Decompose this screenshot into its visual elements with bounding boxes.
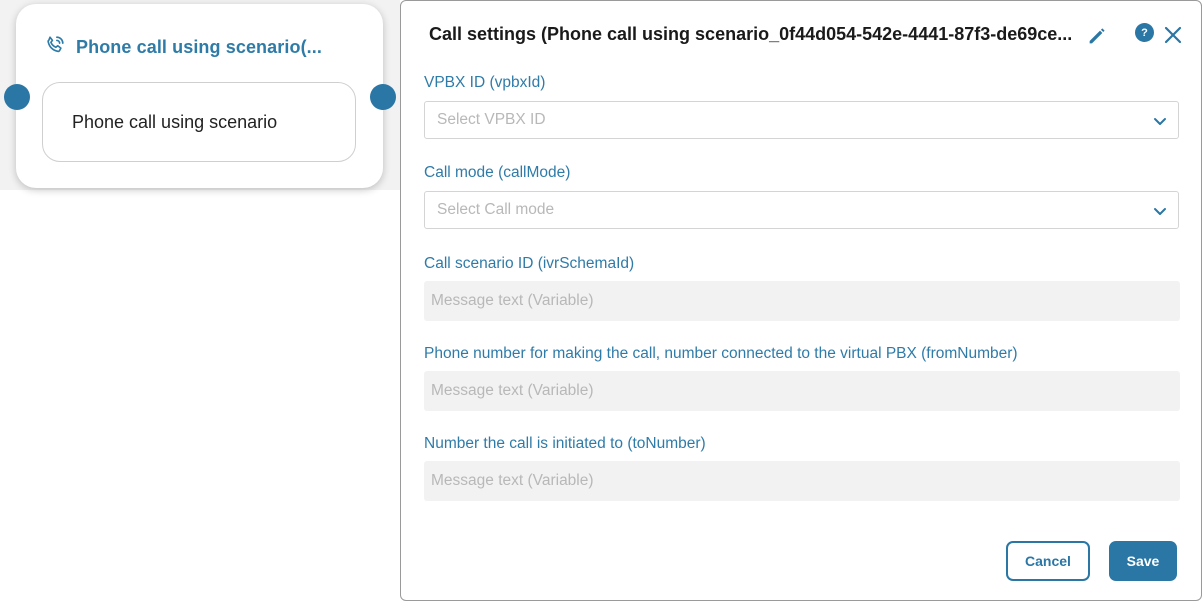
chevron-down-icon xyxy=(1152,203,1168,219)
to-number-input[interactable]: Message text (Variable) xyxy=(424,461,1180,501)
vpbx-id-label: VPBX ID (vpbxId) xyxy=(424,74,546,91)
call-scenario-id-label: Call scenario ID (ivrSchemaId) xyxy=(424,255,635,272)
vpbx-id-placeholder: Select VPBX ID xyxy=(437,111,546,128)
from-number-label: Phone number for making the call, number… xyxy=(424,345,1018,362)
node-title: Phone call using scenario(... xyxy=(76,37,322,57)
save-button[interactable]: Save xyxy=(1109,541,1177,581)
call-mode-label: Call mode (callMode) xyxy=(424,164,571,181)
node-header: Phone call using scenario(... xyxy=(44,34,322,61)
close-icon[interactable] xyxy=(1161,23,1185,47)
phone-icon xyxy=(44,34,66,61)
node-output-port[interactable] xyxy=(370,84,396,110)
to-number-placeholder: Message text (Variable) xyxy=(431,472,594,489)
panel-title: Call settings (Phone call using scenario… xyxy=(429,24,1073,44)
from-number-input[interactable]: Message text (Variable) xyxy=(424,371,1180,411)
flow-node[interactable]: Phone call using scenario(... Phone call… xyxy=(16,4,383,188)
node-body[interactable]: Phone call using scenario xyxy=(42,82,356,162)
cancel-button[interactable]: Cancel xyxy=(1006,541,1090,581)
pencil-icon[interactable] xyxy=(1086,25,1108,47)
help-icon[interactable]: ? xyxy=(1135,23,1154,42)
call-mode-placeholder: Select Call mode xyxy=(437,201,555,218)
from-number-placeholder: Message text (Variable) xyxy=(431,382,594,399)
call-settings-panel: Call settings (Phone call using scenario… xyxy=(400,0,1202,601)
call-mode-select[interactable]: Select Call mode xyxy=(424,191,1179,229)
flow-canvas[interactable]: Phone call using scenario(... Phone call… xyxy=(0,0,400,190)
chevron-down-icon xyxy=(1152,113,1168,129)
to-number-label: Number the call is initiated to (toNumbe… xyxy=(424,435,706,452)
vpbx-id-select[interactable]: Select VPBX ID xyxy=(424,101,1179,139)
call-scenario-id-input[interactable]: Message text (Variable) xyxy=(424,281,1180,321)
call-scenario-id-placeholder: Message text (Variable) xyxy=(431,292,594,309)
node-input-port[interactable] xyxy=(4,84,30,110)
